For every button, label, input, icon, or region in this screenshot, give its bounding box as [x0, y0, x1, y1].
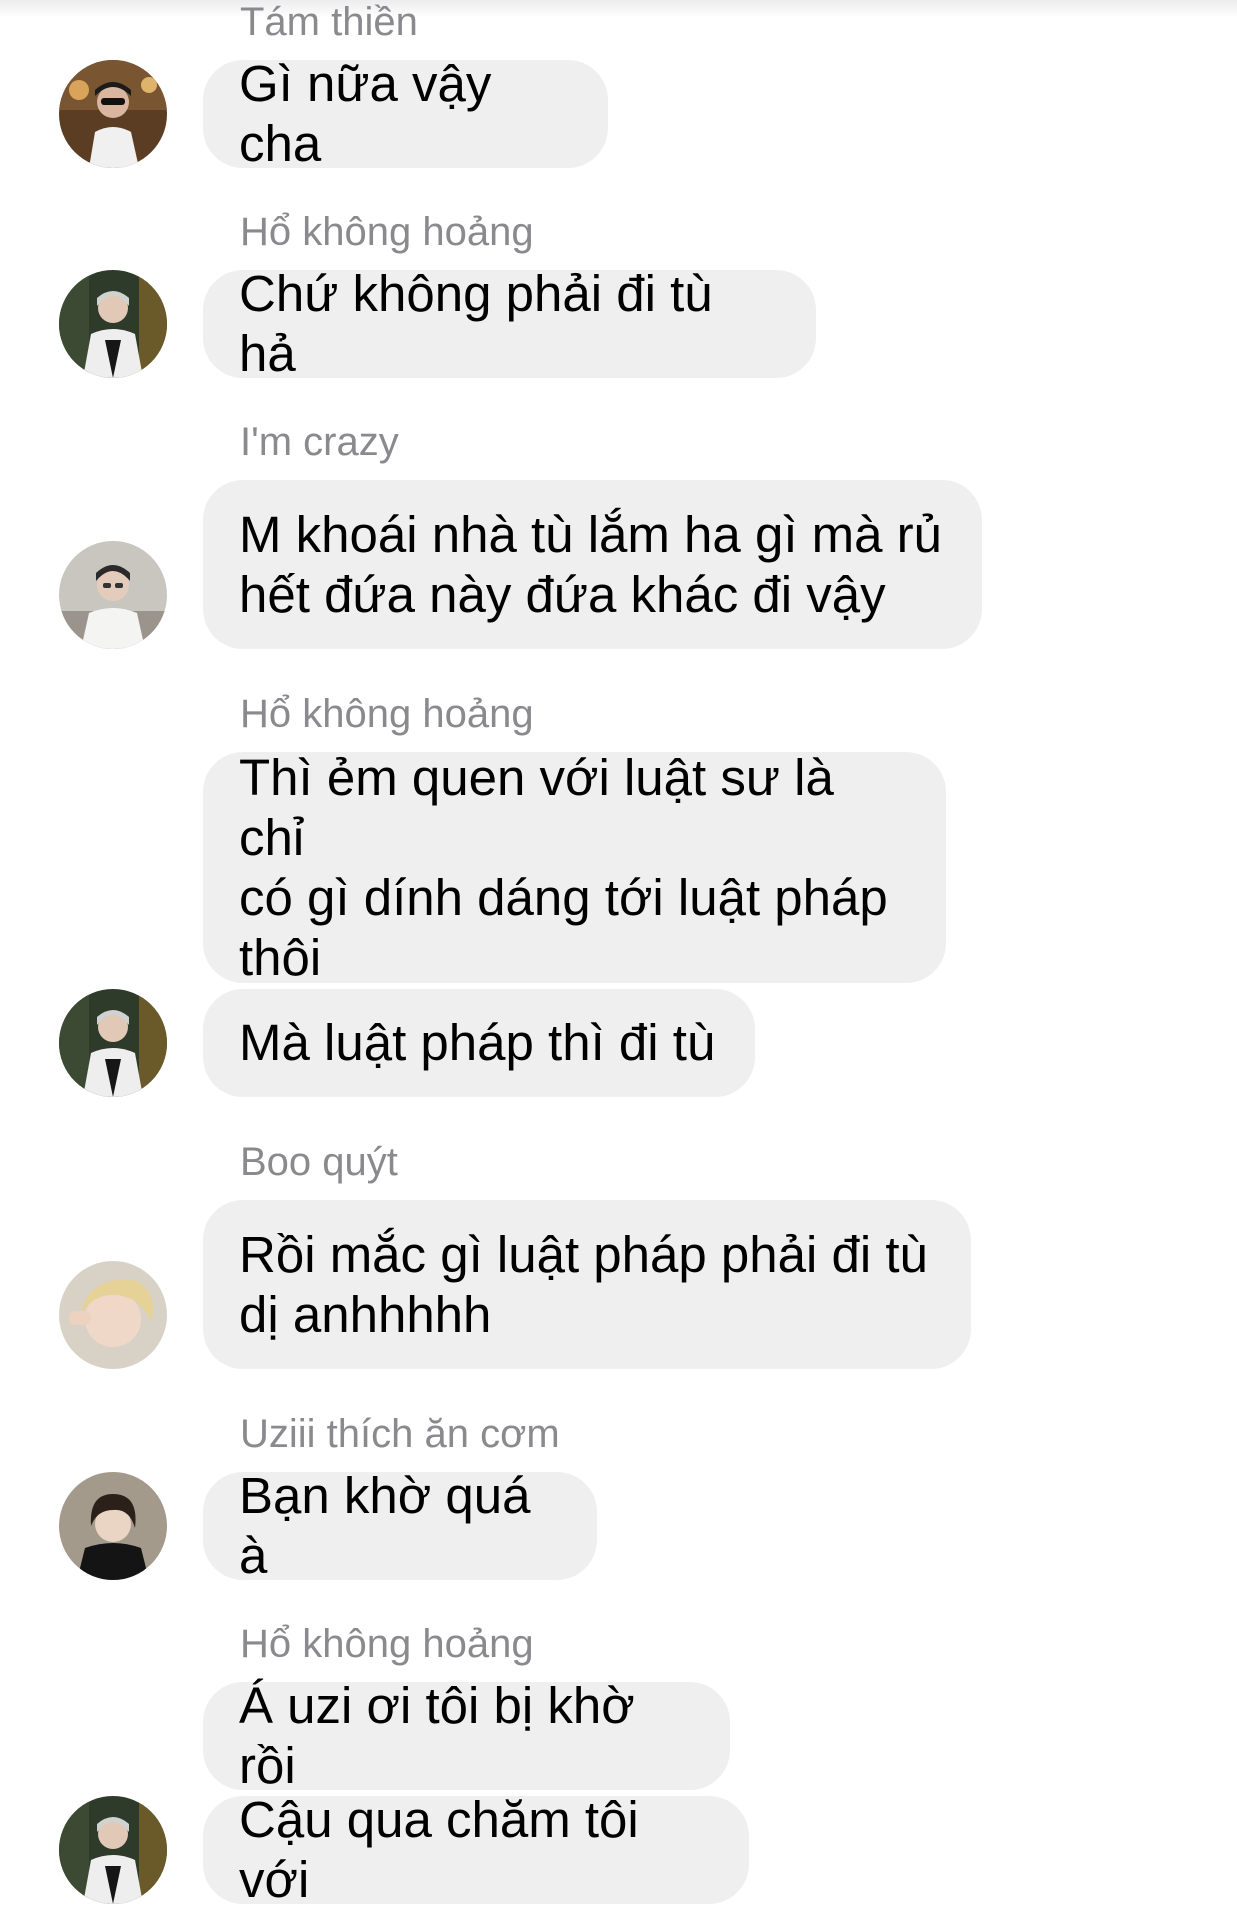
message-bubble[interactable]: Á uzi ơi tôi bị khờ rồi [203, 1677, 730, 1794]
message-bubble[interactable]: Rồi mắc gì luật pháp phải đi tù dị anhhh… [203, 1200, 971, 1369]
avatar-tam-thien[interactable] [59, 60, 167, 168]
message-text: Cậu qua chăm tôi với [239, 1791, 639, 1908]
avatar-ho-khong-hoang[interactable] [59, 270, 167, 378]
top-shadow [0, 0, 1237, 18]
message-text: Thì ẻm quen với luật sư là chỉ có gì dín… [239, 748, 888, 986]
message-bubble[interactable]: Cậu qua chăm tôi với [203, 1791, 749, 1908]
message-text: Chứ không phải đi tù hả [239, 265, 713, 382]
message-text: Á uzi ơi tôi bị khờ rồi [239, 1677, 635, 1794]
message-bubble[interactable]: Bạn khờ quá à [203, 1467, 597, 1584]
avatar-uziii[interactable] [59, 1472, 167, 1580]
message-bubble[interactable]: Gì nữa vậy cha [203, 55, 608, 172]
sender-name: Hổ không hoảng [240, 1622, 534, 1666]
sender-name: Boo quýt [240, 1140, 398, 1184]
avatar-boo-quyt[interactable] [59, 1261, 167, 1369]
sender-name: Hổ không hoảng [240, 692, 534, 736]
avatar-im-crazy[interactable] [59, 541, 167, 649]
message-bubble[interactable]: Mà luật pháp thì đi tù [203, 989, 755, 1097]
message-bubble[interactable]: Thì ẻm quen với luật sư là chỉ có gì dín… [203, 749, 946, 986]
message-text: Mà luật pháp thì đi tù [239, 1014, 716, 1071]
message-text: Gì nữa vậy cha [239, 55, 492, 172]
sender-name: I'm crazy [240, 420, 399, 464]
message-bubble[interactable]: M khoái nhà tù lắm ha gì mà rủ hết đứa n… [203, 480, 982, 649]
sender-name: Tám thiền [240, 0, 418, 44]
message-bubble[interactable]: Chứ không phải đi tù hả [203, 265, 816, 382]
message-text: Bạn khờ quá à [239, 1467, 531, 1584]
sender-name: Hổ không hoảng [240, 210, 534, 254]
sender-name: Uziii thích ăn cơm [240, 1412, 560, 1456]
avatar-ho-khong-hoang[interactable] [59, 1796, 167, 1904]
avatar-ho-khong-hoang[interactable] [59, 989, 167, 1097]
message-text: Rồi mắc gì luật pháp phải đi tù dị anhhh… [239, 1225, 928, 1343]
message-text: M khoái nhà tù lắm ha gì mà rủ hết đứa n… [239, 505, 943, 623]
